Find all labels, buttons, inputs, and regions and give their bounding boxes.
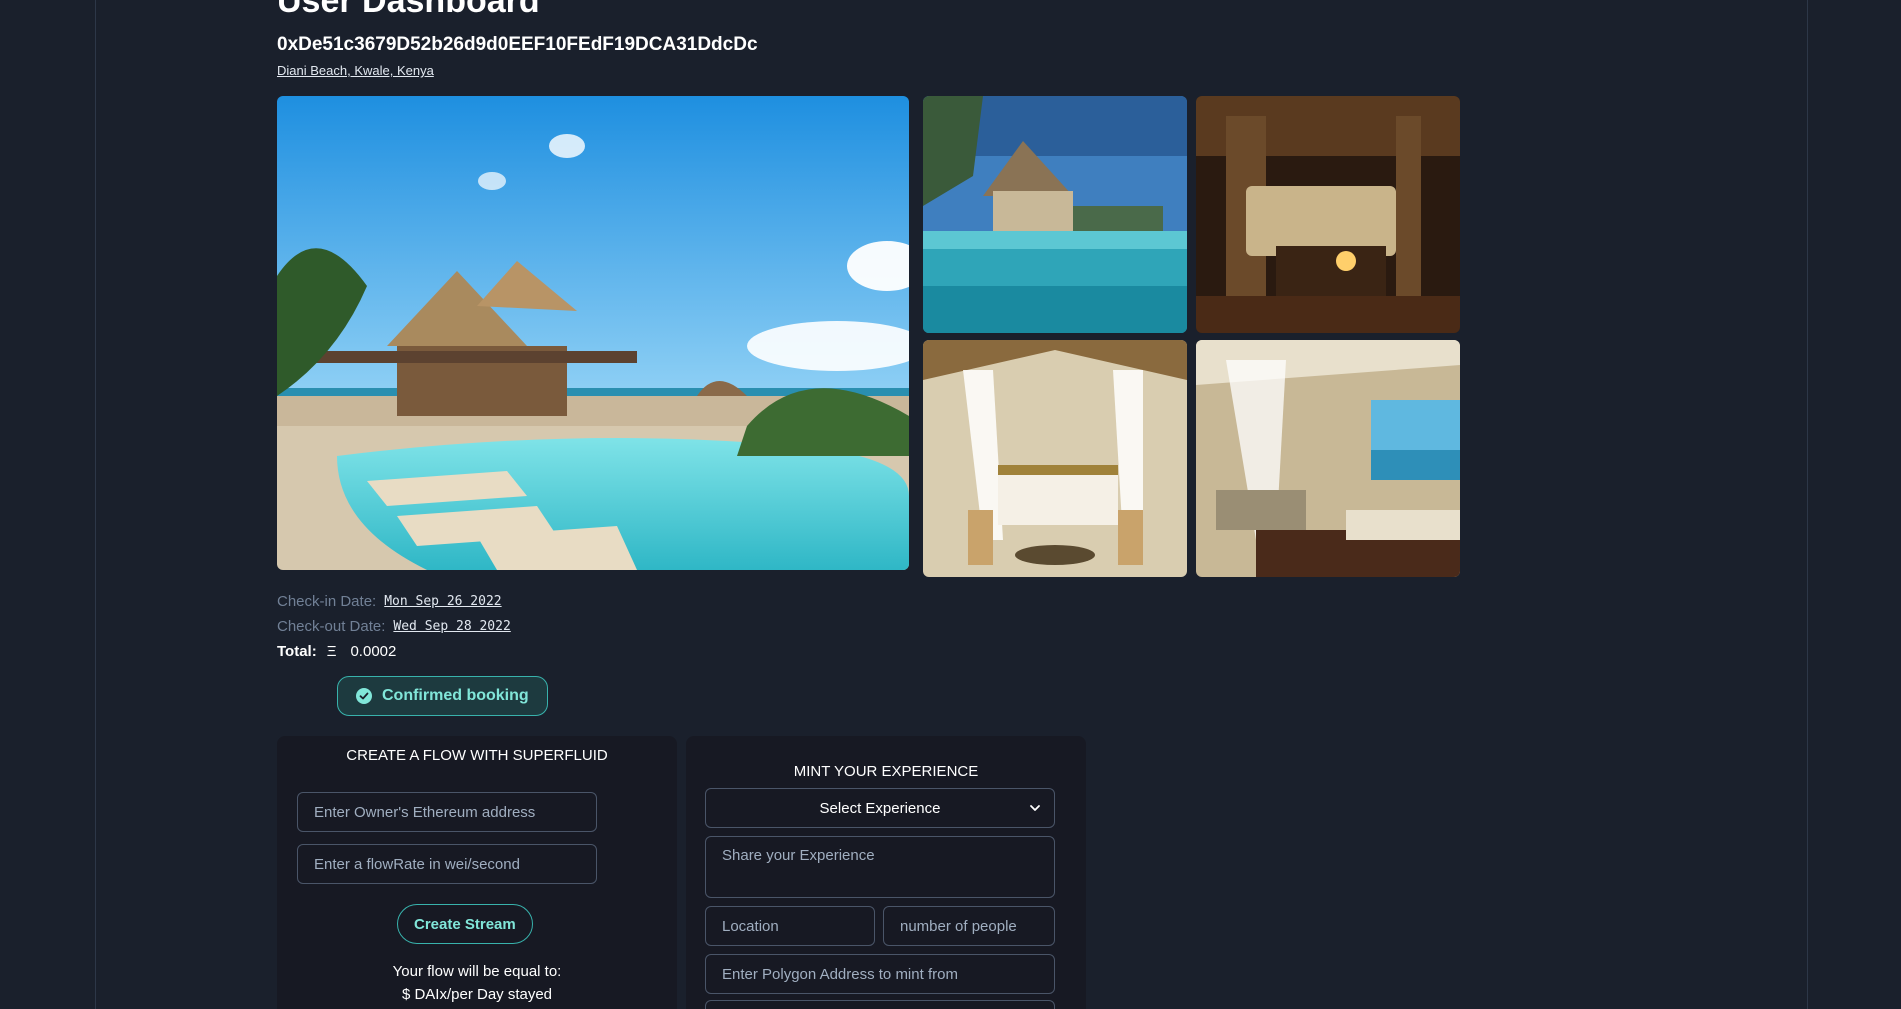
create-stream-button[interactable]: Create Stream: [397, 904, 533, 944]
photo-gallery: [277, 96, 1460, 578]
flow-panel-title: CREATE A FLOW WITH SUPERFLUID: [346, 747, 608, 764]
people-count-input[interactable]: [883, 906, 1055, 946]
thumbnail-lounge-night[interactable]: [1196, 96, 1460, 333]
checkin-label: Check-in Date:: [277, 593, 377, 610]
thumbnail-canopy-bed[interactable]: [923, 340, 1187, 577]
mint-experience-panel: MINT YOUR EXPERIENCE Select Experience: [686, 736, 1086, 1009]
page-title: User Dashboard: [277, 0, 540, 20]
experience-textarea[interactable]: [705, 836, 1055, 898]
checkout-row: Check-out Date: Wed Sep 28 2022: [277, 614, 511, 639]
chevron-down-icon: [1030, 805, 1040, 811]
booking-details: Check-in Date: Mon Sep 26 2022 Check-out…: [277, 589, 511, 664]
flow-note-line2: $ DAIx/per Day stayed: [401, 986, 553, 1003]
location-link[interactable]: Diani Beach, Kwale, Kenya: [277, 63, 434, 78]
owner-address-input[interactable]: [297, 792, 597, 832]
experience-select[interactable]: Select Experience: [705, 788, 1055, 828]
total-row: Total: Ξ 0.0002: [277, 639, 511, 664]
main-photo-resort-pool[interactable]: [277, 96, 909, 570]
flowrate-input[interactable]: [297, 844, 597, 884]
thumbnail-bedroom-sea-view[interactable]: [1196, 340, 1460, 577]
total-label: Total:: [277, 643, 317, 660]
total-value: 0.0002: [350, 643, 397, 660]
superfluid-flow-panel: CREATE A FLOW WITH SUPERFLUID Create Str…: [277, 736, 677, 1009]
mint-panel-title: MINT YOUR EXPERIENCE: [793, 763, 979, 780]
experience-select-value: Select Experience: [819, 799, 941, 817]
checkout-date: Wed Sep 28 2022: [393, 619, 511, 634]
confirmed-booking-badge: Confirmed booking: [337, 676, 548, 716]
check-circle-icon: [356, 688, 372, 704]
next-input-partial[interactable]: [705, 1000, 1055, 1009]
badge-label: Confirmed booking: [382, 687, 529, 704]
checkin-date: Mon Sep 26 2022: [384, 594, 502, 609]
ether-icon: Ξ: [326, 643, 337, 660]
thumbnail-infinity-pool[interactable]: [923, 96, 1187, 333]
flow-note-line1: Your flow will be equal to:: [392, 963, 562, 980]
polygon-address-input[interactable]: [705, 954, 1055, 994]
checkout-label: Check-out Date:: [277, 618, 386, 635]
checkin-row: Check-in Date: Mon Sep 26 2022: [277, 589, 511, 614]
location-input[interactable]: [705, 906, 875, 946]
wallet-address: 0xDe51c3679D52b26d9d0EEF10FEdF19DCA31Ddc…: [277, 34, 758, 55]
